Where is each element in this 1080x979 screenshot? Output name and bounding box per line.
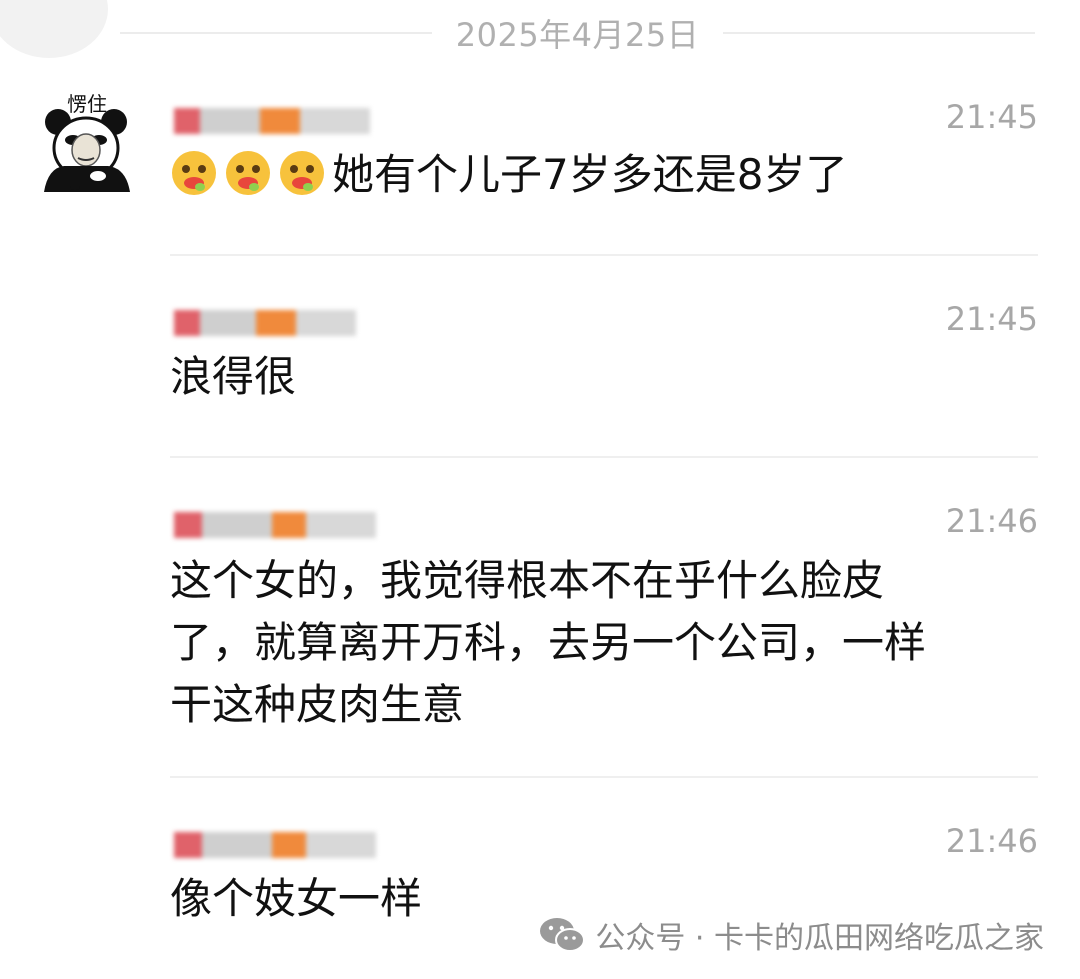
message-divider bbox=[170, 776, 1038, 778]
divider-line-right bbox=[723, 32, 1035, 34]
sender-name-blurred bbox=[174, 310, 389, 336]
message-divider bbox=[170, 456, 1038, 458]
message-item[interactable]: 21:46 这个女的，我觉得根本不在乎什么脸皮 了，就算离开万科，去另一个公司，… bbox=[170, 502, 1038, 736]
drooling-emoji-icon bbox=[226, 151, 270, 195]
sender-name-blurred bbox=[174, 832, 389, 858]
message-line: 干这种皮肉生意 bbox=[170, 680, 465, 729]
message-time: 21:45 bbox=[945, 98, 1038, 136]
message-time: 21:46 bbox=[945, 822, 1038, 860]
top-avatar[interactable]: 4ヨ bbox=[0, 0, 108, 58]
message-time: 21:46 bbox=[945, 502, 1038, 540]
sender-row: 21:46 bbox=[170, 822, 1038, 860]
sender-row: 21:45 bbox=[170, 98, 1038, 136]
sender-name-blurred bbox=[174, 108, 389, 134]
date-label: 2025年4月25日 bbox=[455, 16, 700, 54]
drooling-emoji-icon bbox=[172, 151, 216, 195]
watermark: 公众号 · 卡卡的瓜田网络吃瓜之家 bbox=[539, 913, 1044, 957]
watermark-text: 公众号 · 卡卡的瓜田网络吃瓜之家 bbox=[595, 921, 1044, 956]
message-text: 她有个儿子7岁多还是8岁了 bbox=[170, 146, 1038, 204]
sender-row: 21:45 bbox=[170, 300, 1038, 338]
sender-name-blurred bbox=[174, 512, 389, 538]
message-text: 浪得很 bbox=[170, 352, 297, 401]
message-text-content: 她有个儿子7岁多还是8岁了 bbox=[332, 150, 848, 199]
sender-row: 21:46 bbox=[170, 502, 1038, 540]
panda-meme-icon bbox=[44, 109, 130, 192]
message-item[interactable]: 21:45 她有个儿子7岁多还是8岁了 bbox=[170, 98, 1038, 204]
message-item[interactable]: 21:45 浪得很 bbox=[170, 300, 1038, 406]
message-time: 21:45 bbox=[945, 300, 1038, 338]
message-line: 了，就算离开万科，去另一个公司，一样 bbox=[170, 618, 927, 667]
drooling-emoji-icon bbox=[280, 151, 324, 195]
message-text: 这个女的，我觉得根本不在乎什么脸皮 了，就算离开万科，去另一个公司，一样 干这种… bbox=[170, 550, 1038, 736]
divider-line-left bbox=[120, 32, 432, 34]
message-divider bbox=[170, 254, 1038, 256]
top-avatar-label: 4ヨ bbox=[12, 0, 45, 3]
message-line: 这个女的，我觉得根本不在乎什么脸皮 bbox=[170, 556, 885, 605]
date-divider: 2025年4月25日 bbox=[120, 12, 1035, 54]
panda-avatar[interactable]: 愣住 bbox=[38, 88, 134, 200]
wechat-icon bbox=[540, 918, 586, 952]
